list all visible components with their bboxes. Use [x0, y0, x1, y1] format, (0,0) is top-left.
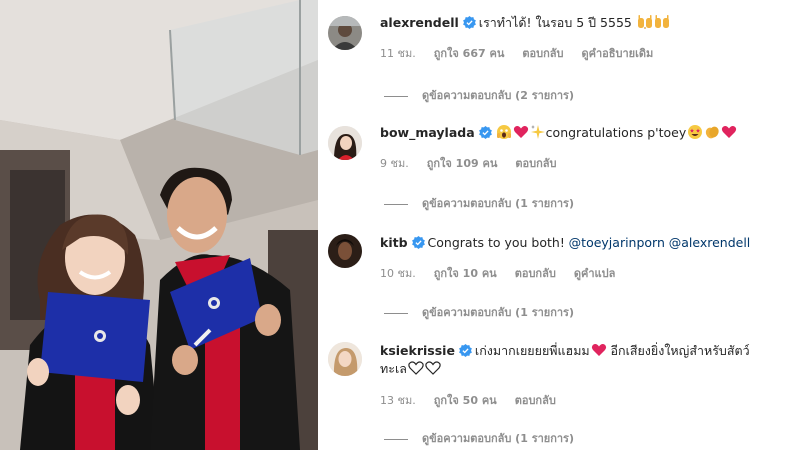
comment-alexrendell: alexrendell เราทำได้! ในรอบ 5 ปี 5555 11 … — [318, 14, 795, 109]
comment-meta: 9 ชม. ถูกใจ 109 คน ตอบกลับ — [380, 154, 574, 172]
view-replies-button[interactable]: ดูข้อความตอบกลับ (1 รายการ) — [384, 194, 574, 212]
comment-time[interactable]: 11 ชม. — [380, 47, 416, 60]
comment-body: alexrendell เราทำได้! ในรอบ 5 ปี 5555 — [380, 14, 790, 32]
reply-button[interactable]: ตอบกลับ — [515, 267, 556, 280]
reply-button[interactable]: ตอบกลับ — [515, 394, 556, 407]
verified-badge-icon — [459, 344, 472, 357]
mention-link[interactable]: @alexrendell — [669, 235, 751, 250]
red-heart-emoji — [591, 342, 607, 358]
comment-body: bow_maylada congratulations p'toey — [380, 124, 790, 142]
likes-count[interactable]: ถูกใจ 109 คน — [427, 157, 498, 170]
screaming-face-emoji — [496, 124, 512, 140]
view-replies-button[interactable]: ดูข้อความตอบกลับ (2 รายการ) — [384, 86, 574, 104]
likes-count[interactable]: ถูกใจ 667 คน — [434, 47, 505, 60]
red-heart-emoji — [721, 124, 737, 140]
comment-time[interactable]: 13 ชม. — [380, 394, 416, 407]
view-replies-label: ดูข้อความตอบกลับ (1 รายการ) — [422, 306, 574, 319]
white-heart-emoji — [408, 360, 424, 376]
verified-badge-icon — [411, 236, 425, 249]
raising-hands-emoji — [654, 14, 670, 30]
see-original-button[interactable]: ดูคำอธิบายเดิม — [581, 47, 653, 60]
comment-text: เก่งมากเยยยยพี่แฮมม — [474, 343, 590, 358]
likes-count[interactable]: ถูกใจ 50 คน — [434, 394, 497, 407]
username[interactable]: ksiekrissie — [380, 343, 455, 358]
star-struck-emoji — [687, 124, 703, 140]
comment-time[interactable]: 9 ชม. — [380, 157, 409, 170]
username[interactable]: alexrendell — [380, 15, 459, 30]
sparkles-emoji — [530, 124, 546, 140]
view-replies-label: ดูข้อความตอบกลับ (1 รายการ) — [422, 432, 574, 445]
comment-text-line2: ทะเล — [380, 361, 407, 376]
comment-meta: 10 ชม. ถูกใจ 10 คน ตอบกลับ ดูคำแปล — [380, 264, 633, 282]
comment-time[interactable]: 10 ชม. — [380, 267, 416, 280]
divider-line — [384, 203, 408, 205]
red-heart-emoji — [513, 124, 529, 140]
raising-hands-emoji — [637, 14, 653, 30]
divider-line — [384, 438, 408, 440]
comment-text-continued: อีกเสียงยิ่งใหญ่สำหรับสัตว์ — [610, 343, 750, 358]
avatar[interactable] — [328, 16, 362, 50]
view-replies-button[interactable]: ดูข้อความตอบกลับ (1 รายการ) — [384, 303, 574, 321]
comments-panel: alexrendell เราทำได้! ในรอบ 5 ปี 5555 11 … — [318, 0, 795, 450]
comment-kitb: kitb Congrats to you both! @toeyjarinporn… — [318, 234, 795, 329]
comment-meta: 11 ชม. ถูกใจ 667 คน ตอบกลับ ดูคำอธิบายเดิม — [380, 44, 671, 62]
see-translation-button[interactable]: ดูคำแปล — [574, 267, 616, 280]
reply-button[interactable]: ตอบกลับ — [522, 47, 563, 60]
clapping-hands-emoji — [704, 124, 720, 140]
avatar[interactable] — [328, 342, 362, 376]
username[interactable]: bow_maylada — [380, 125, 475, 140]
comment-text: เราทำได้! ในรอบ 5 ปี 5555 — [478, 15, 632, 30]
view-replies-label: ดูข้อความตอบกลับ (2 รายการ) — [422, 89, 574, 102]
likes-count[interactable]: ถูกใจ 10 คน — [434, 267, 497, 280]
graduation-photo — [0, 0, 318, 450]
view-replies-label: ดูข้อความตอบกลับ (1 รายการ) — [422, 197, 574, 210]
post-photo — [0, 0, 318, 450]
verified-badge-icon — [462, 16, 476, 29]
username[interactable]: kitb — [380, 235, 408, 250]
comment-ksiekrissie: ksiekrissie เก่งมากเยยยยพี่แฮมม อีกเสียงย… — [318, 342, 795, 450]
view-replies-button[interactable]: ดูข้อความตอบกลับ (1 รายการ) — [384, 429, 574, 447]
comment-text: Congrats to you both! — [427, 235, 565, 250]
comment-body: ksiekrissie เก่งมากเยยยยพี่แฮมม อีกเสียงย… — [380, 342, 790, 378]
white-heart-emoji — [425, 360, 441, 376]
comment-text: congratulations p'toey — [545, 125, 687, 140]
comment-meta: 13 ชม. ถูกใจ 50 คน ตอบกลับ — [380, 391, 574, 409]
mention-link[interactable]: @toeyjarinporn — [569, 235, 665, 250]
avatar[interactable] — [328, 234, 362, 268]
divider-line — [384, 95, 408, 97]
reply-button[interactable]: ตอบกลับ — [515, 157, 556, 170]
comment-bow_maylada: bow_maylada congratulations p'toey 9 ชม. ถ… — [318, 124, 795, 219]
verified-badge-icon — [478, 126, 492, 139]
comment-body: kitb Congrats to you both! @toeyjarinporn… — [380, 234, 790, 252]
divider-line — [384, 312, 408, 314]
avatar[interactable] — [328, 126, 362, 160]
